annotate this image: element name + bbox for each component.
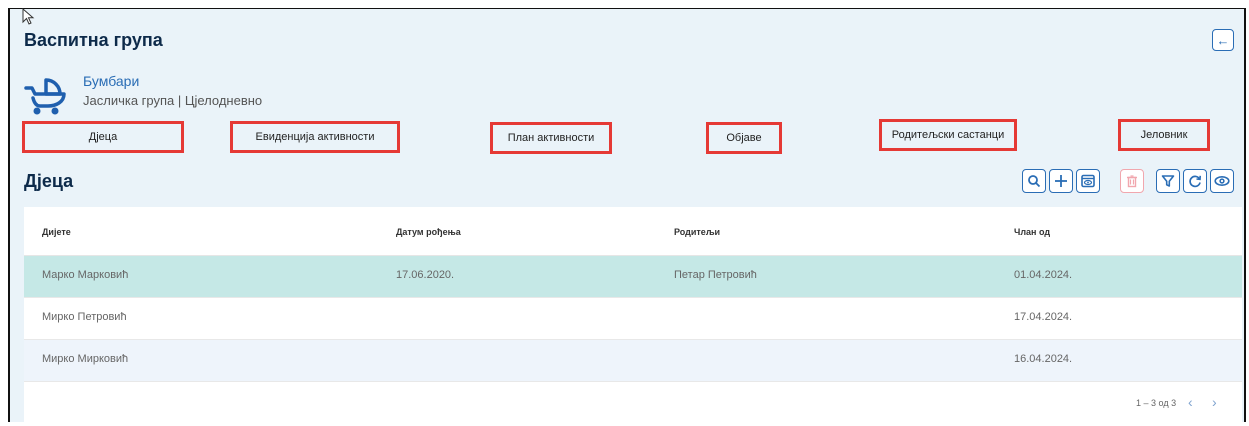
cell-child: Мирко Петровић (42, 311, 127, 323)
back-button[interactable]: ← (1212, 29, 1234, 51)
table-row[interactable]: Мирко Мирковић 16.04.2024. (24, 340, 1242, 382)
tab-label: Јеловник (1140, 129, 1188, 141)
table-row[interactable]: Марко Марковић 17.06.2020. Петар Петрови… (24, 256, 1242, 298)
search-icon (1028, 175, 1041, 188)
filter-button[interactable] (1156, 169, 1180, 193)
chevron-right-icon[interactable]: › (1212, 394, 1217, 410)
tab-label: Објаве (726, 132, 762, 144)
tab-announcements[interactable]: Објаве (706, 122, 782, 154)
tab-menu[interactable]: Јеловник (1118, 119, 1210, 151)
children-table: Дијете Датум рођења Родитељи Члан од Мар… (24, 207, 1242, 426)
section-title: Дјеца (24, 171, 74, 191)
search-button[interactable] (1022, 169, 1046, 193)
column-header-birthdate[interactable]: Датум рођења (396, 227, 461, 237)
cell-member-since: 17.04.2024. (1014, 311, 1073, 323)
delete-icon (1127, 175, 1137, 188)
cell-child: Мирко Мирковић (42, 353, 129, 365)
cell-member-since: 16.04.2024. (1014, 353, 1073, 365)
tab-label: План активности (507, 132, 595, 144)
tab-parent-meetings[interactable]: Родитељски састанци (879, 119, 1017, 151)
arrow-left-icon: ← (1216, 32, 1230, 48)
table-row[interactable]: Мирко Петровић 17.04.2024. (24, 298, 1242, 340)
add-button[interactable] (1049, 169, 1073, 193)
preview-icon (1081, 174, 1095, 188)
cell-parents: Петар Петровић (674, 269, 757, 281)
view-button[interactable] (1210, 169, 1234, 193)
tab-label: Родитељски састанци (891, 129, 1005, 141)
stroller-icon (24, 78, 66, 115)
cell-member-since: 01.04.2024. (1014, 269, 1073, 281)
column-header-parents[interactable]: Родитељи (674, 227, 720, 237)
refresh-icon (1189, 175, 1201, 188)
add-icon (1055, 175, 1067, 187)
tab-activity-records[interactable]: Евиденција активности (230, 121, 400, 153)
page-title: Васпитна група (24, 30, 163, 50)
tab-activity-plan[interactable]: План активности (490, 122, 612, 154)
tab-label: Дјеца (88, 131, 118, 143)
pagination: 1 – 3 од 3 ‹ › (24, 382, 1242, 426)
tab-label: Евиденција активности (255, 131, 375, 143)
table-header: Дијете Датум рођења Родитељи Члан од (24, 207, 1242, 256)
column-header-child[interactable]: Дијете (42, 227, 71, 237)
cell-birthdate: 17.06.2020. (396, 269, 455, 281)
tab-children[interactable]: Дјеца (22, 121, 184, 153)
mouse-cursor-icon (22, 8, 35, 25)
preview-button[interactable] (1076, 169, 1100, 193)
chevron-left-icon[interactable]: ‹ (1188, 394, 1193, 410)
filter-icon (1161, 175, 1175, 187)
cell-child: Марко Марковић (42, 269, 129, 281)
delete-button[interactable] (1120, 169, 1144, 193)
view-icon (1214, 176, 1230, 186)
pagination-range: 1 – 3 од 3 (1136, 398, 1177, 408)
column-header-member-since[interactable]: Члан од (1014, 227, 1050, 237)
group-subtitle: Јасличка група | Цјелодневно (83, 93, 263, 108)
group-name[interactable]: Бумбари (83, 73, 139, 89)
refresh-button[interactable] (1183, 169, 1207, 193)
